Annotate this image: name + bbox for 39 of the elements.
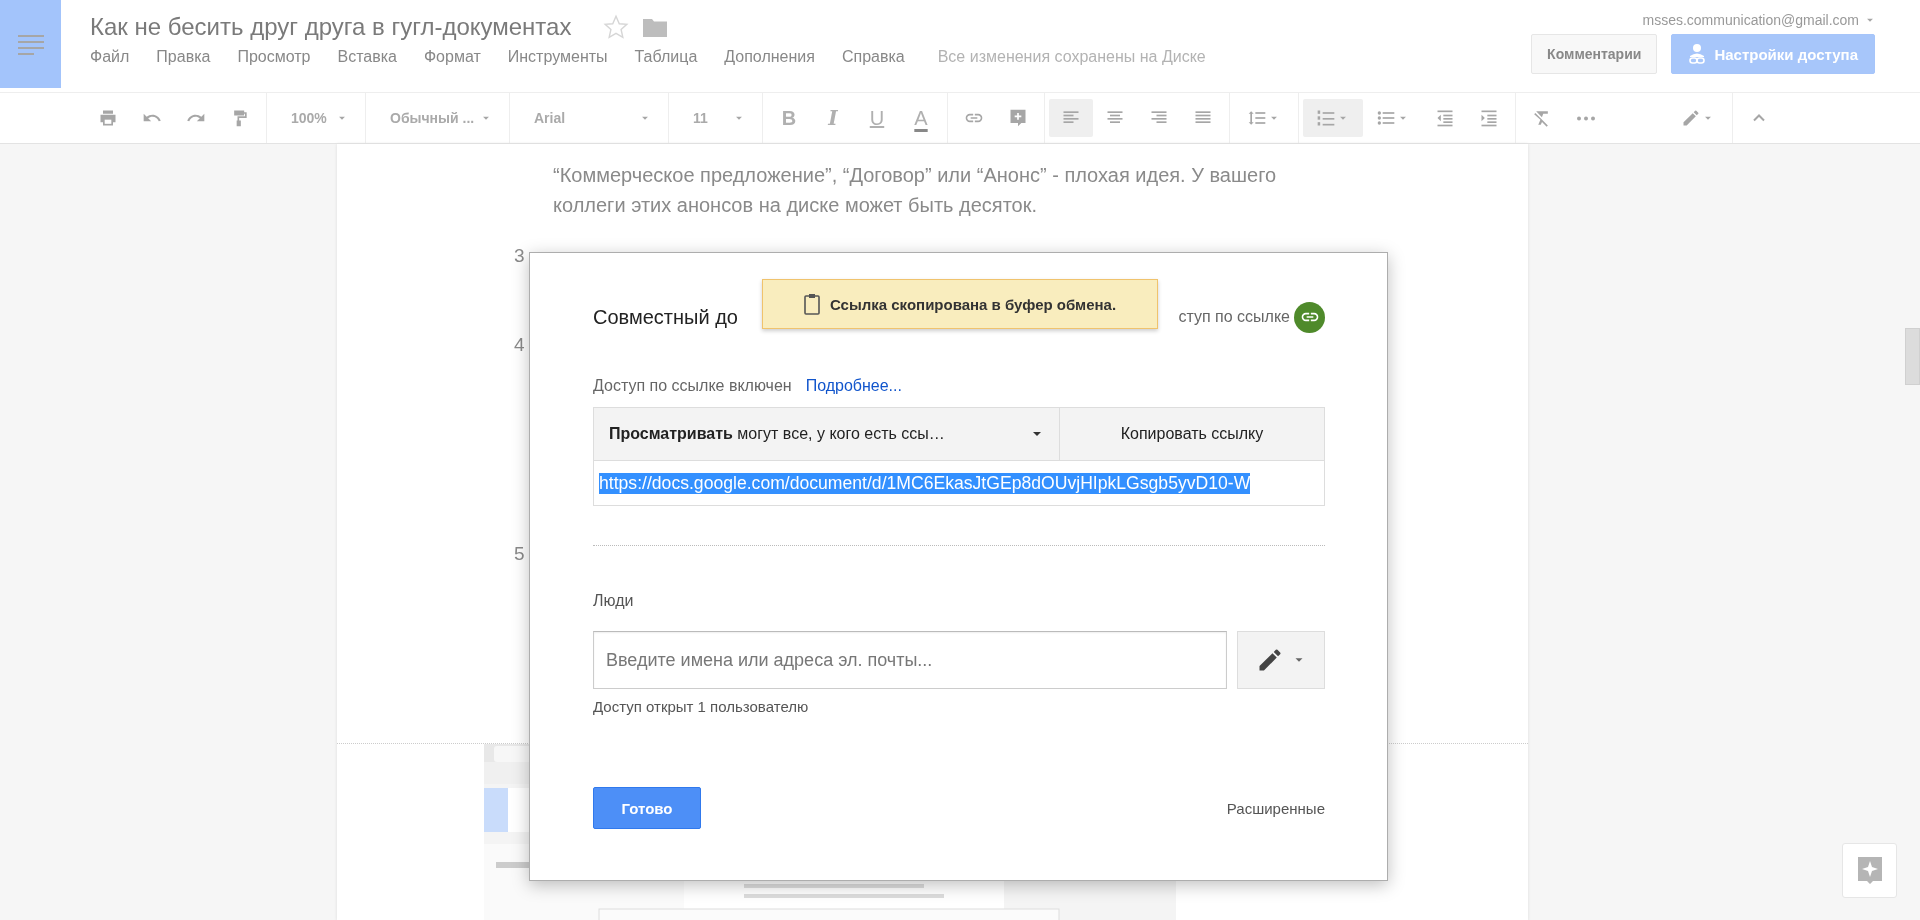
- comments-button[interactable]: Комментарии: [1531, 34, 1658, 74]
- font-dropdown[interactable]: Arial: [514, 99, 664, 137]
- advanced-link[interactable]: Расширенные: [1226, 799, 1325, 817]
- list-number: 4: [514, 334, 525, 356]
- zoom-dropdown[interactable]: 100%: [271, 99, 361, 137]
- menu-item[interactable]: Вставка: [337, 48, 397, 66]
- document-text: “Коммерческое предложение”, “Договор” или “Анонс” - плохая идея. У вашего: [553, 163, 1278, 188]
- menu-item[interactable]: Просмотр: [237, 48, 311, 66]
- link-status: Доступ по ссылке включен: [593, 377, 792, 395]
- dialog-title: Совместный до: [593, 305, 738, 329]
- people-input[interactable]: Введите имена или адреса эл. почты...: [593, 631, 1227, 689]
- copy-link-button[interactable]: Копировать ссылку: [1060, 407, 1325, 461]
- account-email[interactable]: msses.communication@gmail.com: [1642, 12, 1859, 28]
- learn-more-link[interactable]: Подробнее...: [805, 377, 902, 395]
- document-text: коллеги этих анонсов на диске может быть десяток.: [553, 193, 1039, 218]
- menu-item[interactable]: Справка: [841, 48, 905, 66]
- menu-item[interactable]: Формат: [423, 48, 481, 66]
- permission-dropdown[interactable]: Просматривать могут все, у кого есть ссы…: [593, 407, 1060, 461]
- done-button[interactable]: Готово: [593, 787, 701, 829]
- font-size-dropdown[interactable]: 11: [673, 99, 758, 137]
- menu-item[interactable]: Файл: [90, 48, 130, 66]
- underline-button[interactable]: U: [855, 99, 899, 137]
- save-status[interactable]: Все изменения сохранены на Диске: [937, 48, 1206, 66]
- menu-item[interactable]: Правка: [156, 48, 211, 66]
- toast-message: Ссылка скопирована в буфер обмена.: [829, 295, 1117, 313]
- document-title[interactable]: Как не бесить друг друга в гугл-документах: [90, 13, 572, 41]
- link-sharing-label[interactable]: ступ по ссылке: [1178, 308, 1290, 326]
- people-label: Люди: [593, 592, 635, 611]
- list-number: 5: [514, 543, 525, 565]
- text-color-button[interactable]: A: [899, 99, 943, 137]
- menu-item[interactable]: Таблица: [634, 48, 698, 66]
- style-dropdown[interactable]: Обычный ...: [370, 99, 505, 137]
- italic-button[interactable]: I: [811, 99, 855, 137]
- menu-item[interactable]: Дополнения: [724, 48, 815, 66]
- bold-button[interactable]: B: [767, 99, 811, 137]
- shared-count: Доступ открыт 1 пользователю: [593, 698, 810, 717]
- menu-item[interactable]: Инструменты: [507, 48, 608, 66]
- url-field[interactable]: https://docs.google.com/document/d/1MC6EkasJtGEp8dOUvjHIpkLGsgb5yvD10-W: [593, 461, 1325, 506]
- list-number: 3: [514, 245, 525, 267]
